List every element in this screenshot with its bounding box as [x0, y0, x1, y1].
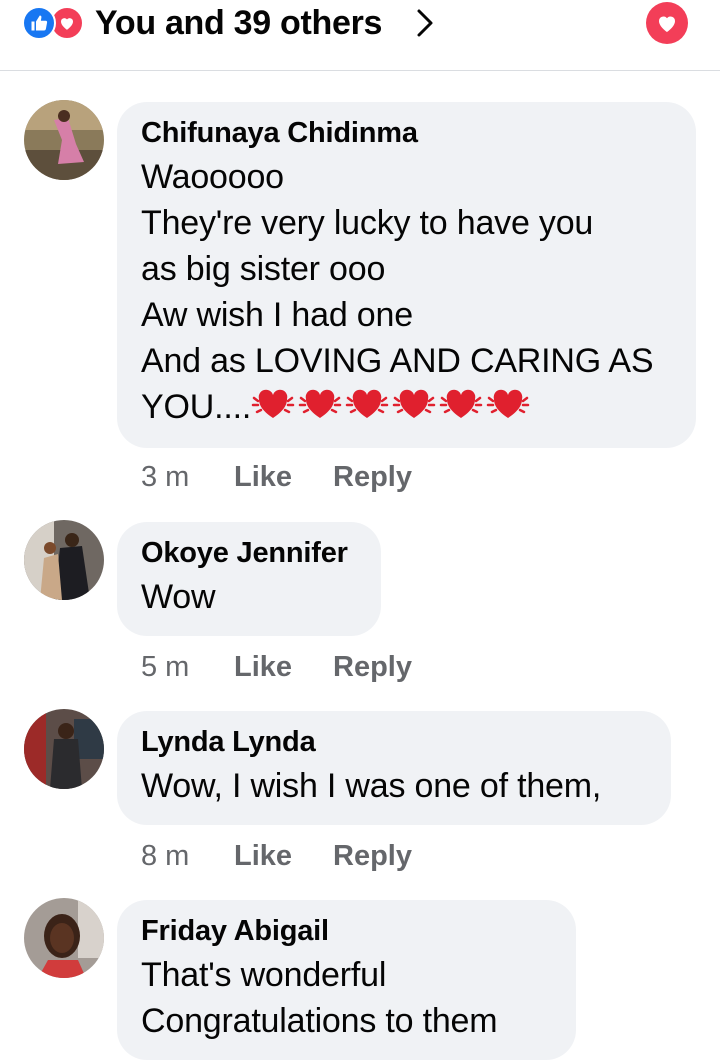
comment-text: Wow [141, 578, 216, 616]
comment-bubble[interactable]: Friday Abigail That's wonderful Congratu… [117, 900, 576, 1060]
comment-time: 5 m [141, 651, 190, 683]
reply-button[interactable]: Reply [333, 460, 412, 494]
comment-time: 3 m [141, 461, 190, 493]
comment-author[interactable]: Lynda Lynda [141, 725, 645, 759]
beating-heart-icon [298, 389, 342, 418]
comment-text: Waooooo They're very lucky to have you a… [141, 154, 670, 430]
reply-button[interactable]: Reply [333, 650, 412, 684]
avatar[interactable] [24, 898, 104, 978]
beating-heart-icon [439, 389, 483, 418]
reactions-header[interactable]: You and 39 others [0, 0, 720, 71]
beating-heart-icon [392, 389, 436, 418]
like-button[interactable]: Like [234, 460, 333, 494]
comment-actions: 3 m Like Reply [141, 460, 412, 494]
beating-heart-icon [345, 389, 389, 418]
avatar[interactable] [24, 520, 104, 600]
beating-heart-icon [251, 389, 295, 418]
comment-text: Wow, I wish I was one of them, [141, 767, 602, 805]
beating-heart-emojis [251, 384, 530, 424]
love-button-icon[interactable] [646, 2, 688, 44]
comment-author[interactable]: Okoye Jennifer [141, 536, 355, 570]
avatar[interactable] [24, 100, 104, 180]
comment-bubble[interactable]: Lynda Lynda Wow, I wish I was one of the… [117, 711, 671, 825]
reply-button[interactable]: Reply [333, 839, 412, 873]
comment-text: That's wonderful Congratulations to them [141, 956, 498, 1040]
comment-actions: 8 m Like Reply [141, 839, 412, 873]
like-button[interactable]: Like [234, 650, 333, 684]
comment-time: 8 m [141, 840, 190, 872]
comment-bubble[interactable]: Chifunaya Chidinma Waooooo They're very … [117, 102, 696, 448]
reaction-icons [22, 6, 88, 40]
comment-actions: 5 m Like Reply [141, 650, 412, 684]
reactions-summary[interactable]: You and 39 others [95, 4, 382, 43]
comment-author[interactable]: Friday Abigail [141, 914, 550, 948]
beating-heart-icon [486, 389, 530, 418]
chevron-right-icon[interactable] [414, 8, 436, 38]
like-button[interactable]: Like [234, 839, 333, 873]
like-icon [22, 6, 56, 40]
comment-bubble[interactable]: Okoye Jennifer Wow [117, 522, 381, 636]
comment-author[interactable]: Chifunaya Chidinma [141, 116, 670, 150]
avatar[interactable] [24, 709, 104, 789]
